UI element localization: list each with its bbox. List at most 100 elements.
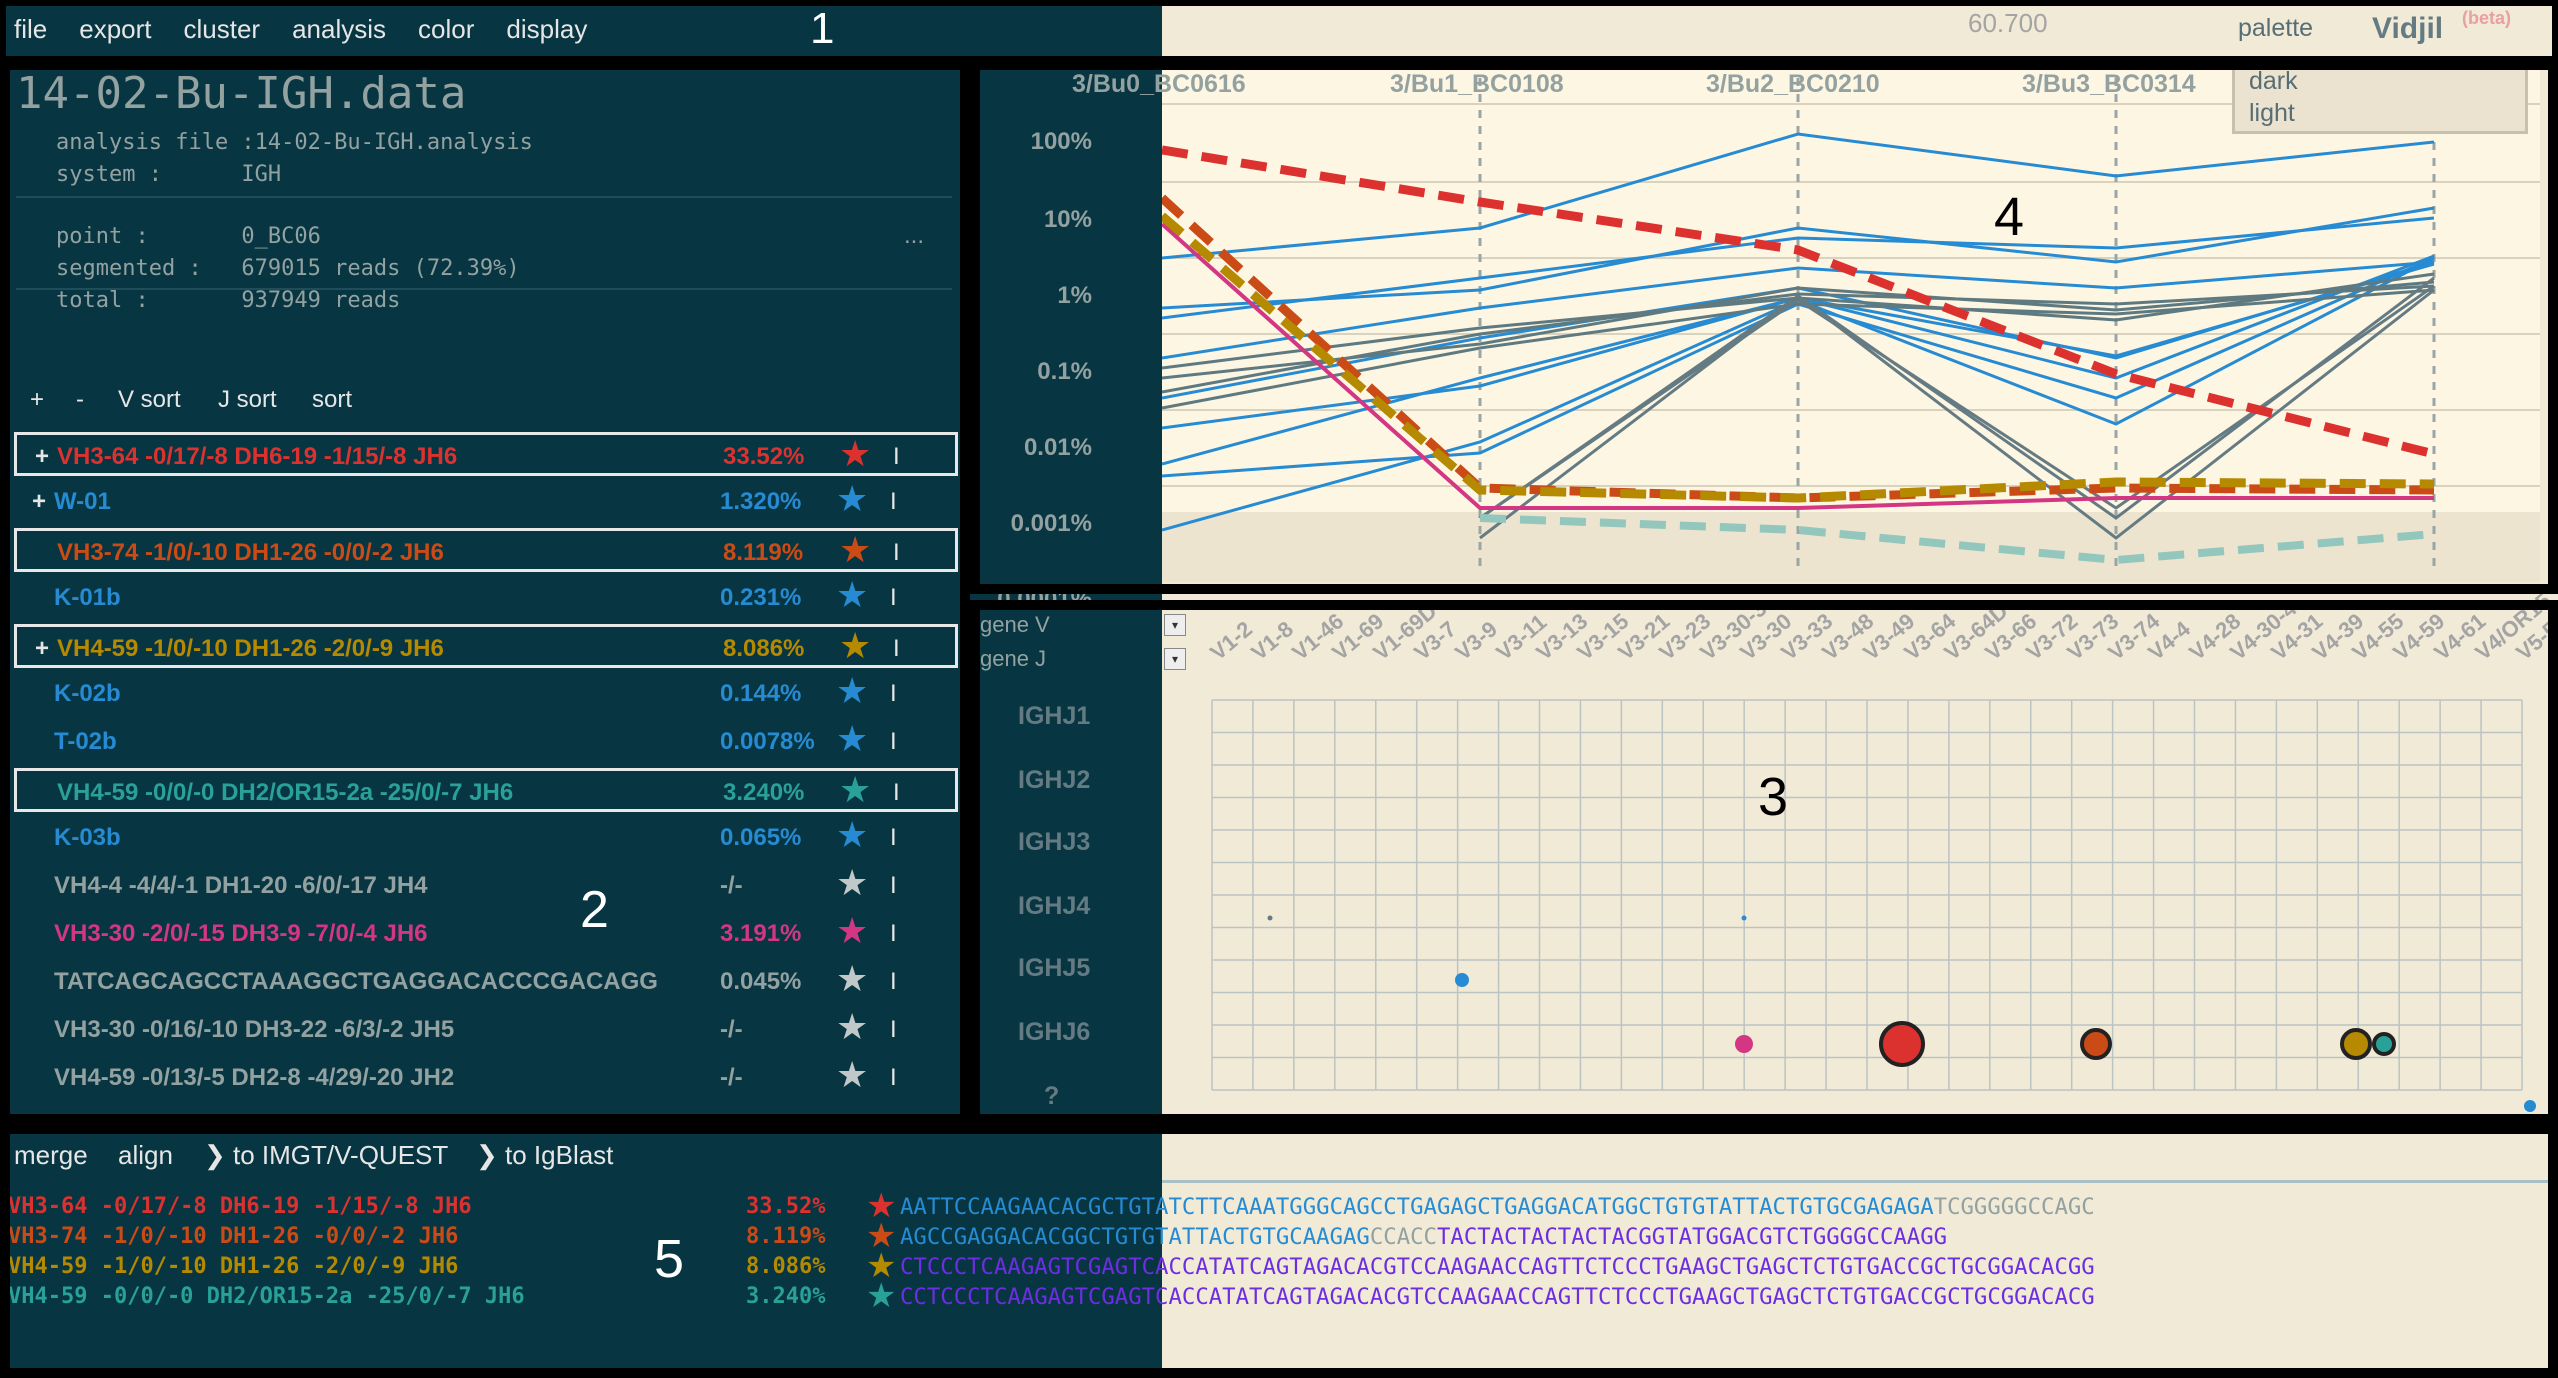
clone-info-button[interactable]: I (890, 1016, 897, 1044)
star-icon[interactable]: ★ (839, 628, 871, 664)
palette-menu-button[interactable]: palette (2238, 14, 2313, 43)
clone-info-button[interactable]: I (890, 680, 897, 708)
x-axis-select[interactable]: gene V (980, 612, 1050, 638)
clone-info-button[interactable]: I (890, 968, 897, 996)
clone-row[interactable]: VH4-59 -0/13/-5 DH2-8 -4/29/-20 JH2 -/- ★ I (14, 1056, 958, 1100)
region-marker-2: 2 (580, 881, 609, 939)
clone-info-button[interactable]: I (893, 635, 900, 663)
clone-bubble[interactable] (1267, 915, 1273, 921)
igblast-button[interactable]: ❯ to IgBlast (476, 1140, 613, 1171)
clone-row[interactable]: VH4-59 -0/0/-0 DH2/OR15-2a -25/0/-7 JH6 3… (14, 768, 958, 812)
expand-clone-button[interactable]: + (35, 443, 49, 471)
clone-row[interactable]: + VH3-64 -0/17/-8 DH6-19 -1/15/-8 JH6 33.5… (14, 432, 958, 476)
star-icon[interactable]: ★ (839, 532, 871, 568)
clone-bubble[interactable] (1455, 973, 1469, 987)
region-marker-1: 1 (810, 4, 835, 53)
segmenter-row[interactable]: VH4-59 -0/0/-0 DH2/OR15-2a -25/0/-7 JH6 3… (8, 1277, 2548, 1315)
clone-bubble[interactable] (2080, 1028, 2112, 1060)
v-sort-button[interactable]: V sort (118, 386, 181, 414)
expand-clone-button[interactable]: + (32, 488, 46, 516)
clone-row[interactable]: T-02b 0.0078% ★ I (14, 720, 958, 764)
gene-j-label[interactable]: ? (1044, 1082, 1059, 1111)
zoom-value: 60.700 (1968, 8, 2048, 38)
expand-all-button[interactable]: + (30, 386, 44, 414)
timepoint-label[interactable]: 3/Bu0_BC0616 (1072, 70, 1246, 99)
scatter-plot[interactable] (1162, 610, 2540, 1120)
j-sort-button[interactable]: J sort (218, 386, 277, 414)
sequence-segment: TGTGTATTACTGTGCAAGAG (1101, 1224, 1370, 1250)
collapse-all-button[interactable]: - (76, 386, 84, 414)
star-icon[interactable]: ★ (836, 961, 868, 997)
star-icon[interactable]: ★ (866, 1276, 896, 1316)
segmenter-row[interactable]: VH4-59 -1/0/-10 DH1-26 -2/0/-9 JH6 8.086%… (8, 1247, 2548, 1285)
clone-bubble[interactable] (2524, 1100, 2536, 1112)
gene-j-label[interactable]: IGHJ4 (1018, 892, 1090, 921)
sort-button[interactable]: sort (312, 386, 352, 414)
menu-cluster[interactable]: cluster (184, 14, 261, 45)
menu-file[interactable]: file (14, 14, 47, 45)
clone-row[interactable]: VH4-4 -4/4/-1 DH1-20 -6/0/-17 JH4 -/- ★ I (14, 864, 958, 908)
star-icon[interactable]: ★ (836, 1009, 868, 1045)
segmenter-row[interactable]: VH3-74 -1/0/-10 DH1-26 -0/0/-2 JH6 8.119%… (8, 1217, 2548, 1255)
clone-row[interactable]: + VH4-59 -1/0/-10 DH1-26 -2/0/-9 JH6 8.086… (14, 624, 958, 668)
timepoint-label[interactable]: 3/Bu3_BC0314 (2022, 70, 2196, 99)
clone-row[interactable]: K-01b 0.231% ★ I (14, 576, 958, 620)
clone-bubble[interactable] (2340, 1028, 2372, 1060)
clone-info-button[interactable]: I (890, 584, 897, 612)
star-icon[interactable]: ★ (836, 673, 868, 709)
gene-j-label[interactable]: IGHJ3 (1018, 828, 1090, 857)
clone-bubble[interactable] (1879, 1021, 1925, 1067)
timepoint-label[interactable]: 3/Bu2_BC0210 (1706, 70, 1880, 99)
clone-info-button[interactable]: I (890, 728, 897, 756)
star-icon[interactable]: ★ (836, 817, 868, 853)
clone-row[interactable]: K-03b 0.065% ★ I (14, 816, 958, 860)
clone-bubble[interactable] (1735, 1035, 1753, 1053)
gene-j-label[interactable]: IGHJ2 (1018, 766, 1090, 795)
menu-color[interactable]: color (418, 14, 474, 45)
segment-clone-size: 33.52% (746, 1194, 826, 1219)
timepoint-graph[interactable] (1162, 68, 2540, 582)
clone-info-button[interactable]: I (893, 779, 900, 807)
clone-row[interactable]: + W-01 1.320% ★ I (14, 480, 958, 524)
clone-row[interactable]: VH3-74 -1/0/-10 DH1-26 -0/0/-2 JH6 8.119%… (14, 528, 958, 572)
star-icon[interactable]: ★ (839, 772, 871, 808)
clone-row[interactable]: TATCAGCAGCCTAAAGGCTGAGGACACCCGACAGG 0.045… (14, 960, 958, 1004)
clone-row[interactable]: VH3-30 -2/0/-15 DH3-9 -7/0/-4 JH6 3.191% ★… (14, 912, 958, 956)
menu-export[interactable]: export (79, 14, 151, 45)
expand-clone-button[interactable]: + (35, 635, 49, 663)
star-icon[interactable]: ★ (836, 1057, 868, 1093)
menu-display[interactable]: display (506, 14, 587, 45)
star-icon[interactable]: ★ (836, 577, 868, 613)
clone-info-button[interactable]: I (893, 443, 900, 471)
star-icon[interactable]: ★ (836, 913, 868, 949)
clone-bubble[interactable] (1741, 915, 1747, 921)
clone-info-button[interactable]: I (890, 824, 897, 852)
gene-j-label[interactable]: IGHJ5 (1018, 954, 1090, 983)
imgt-vquest-button[interactable]: ❯ to IMGT/V-QUEST (204, 1140, 448, 1171)
clone-info-button[interactable]: I (890, 920, 897, 948)
star-icon[interactable]: ★ (839, 436, 871, 472)
graph-y-tick: 0.1% (1037, 358, 1092, 385)
clone-info-button[interactable]: I (893, 539, 900, 567)
point-line: point : 0_BC06 (56, 224, 321, 249)
more-options-button[interactable]: ... (904, 222, 924, 250)
gene-j-label[interactable]: IGHJ6 (1018, 1018, 1090, 1047)
clone-info-button[interactable]: I (890, 1064, 897, 1092)
star-icon[interactable]: ★ (836, 865, 868, 901)
gene-j-label[interactable]: IGHJ1 (1018, 702, 1090, 731)
menu-analysis[interactable]: analysis (292, 14, 386, 45)
palette-option-dark[interactable]: dark (2249, 67, 2298, 96)
merge-button[interactable]: merge (14, 1140, 88, 1171)
clone-row[interactable]: K-02b 0.144% ★ I (14, 672, 958, 716)
align-button[interactable]: align (118, 1140, 173, 1171)
segmenter-row[interactable]: VH3-64 -0/17/-8 DH6-19 -1/15/-8 JH6 33.52… (8, 1187, 2548, 1225)
star-icon[interactable]: ★ (836, 481, 868, 517)
timepoint-label[interactable]: 3/Bu1_BC0108 (1390, 70, 1564, 99)
star-icon[interactable]: ★ (836, 721, 868, 757)
clone-info-button[interactable]: I (890, 488, 897, 516)
clone-bubble[interactable] (2372, 1032, 2396, 1056)
palette-option-light[interactable]: light (2249, 99, 2295, 128)
clone-info-button[interactable]: I (890, 872, 897, 900)
clone-row[interactable]: VH3-30 -0/16/-10 DH3-22 -6/3/-2 JH5 -/- ★ I (14, 1008, 958, 1052)
y-axis-select[interactable]: gene J (980, 646, 1046, 672)
